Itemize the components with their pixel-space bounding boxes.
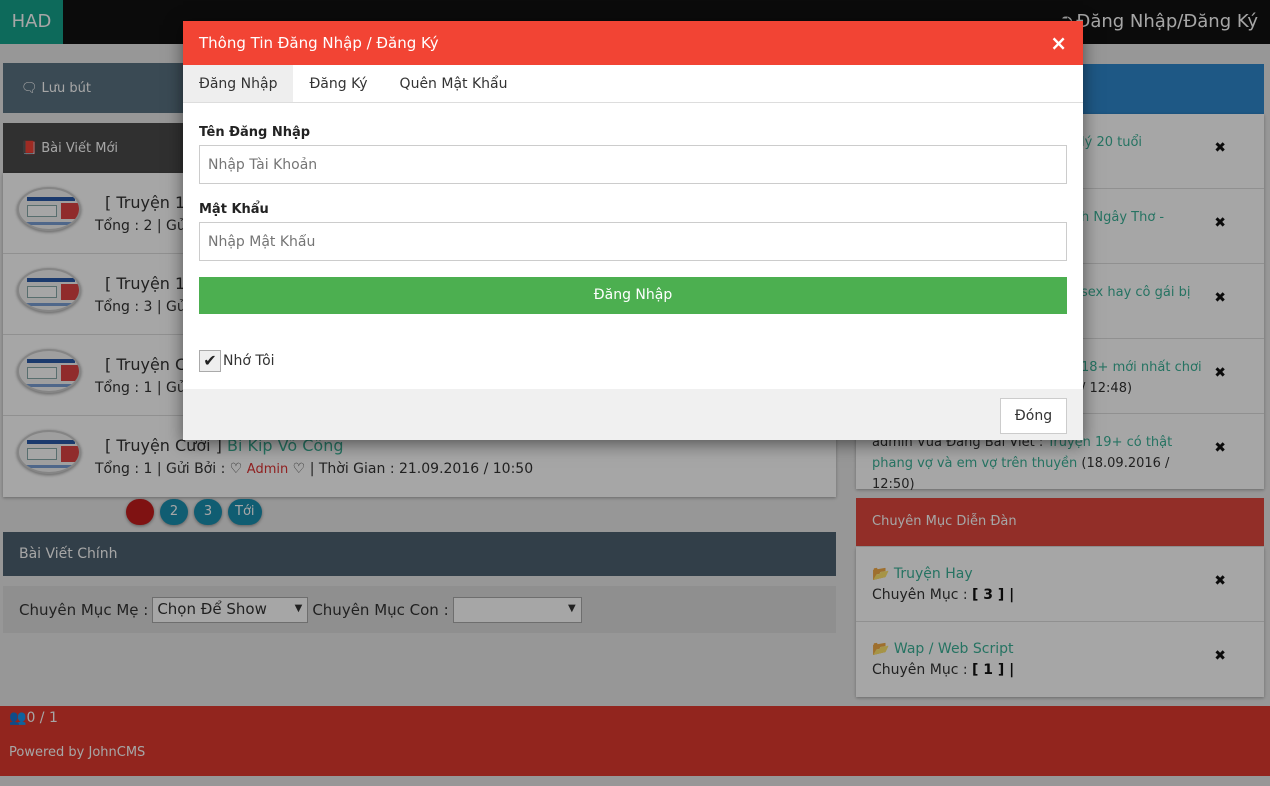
password-label: Mật Khẩu [199, 202, 269, 217]
username-input[interactable] [199, 145, 1067, 184]
modal-title: Thông Tin Đăng Nhập / Đăng Ký [199, 34, 439, 52]
login-modal: Thông Tin Đăng Nhập / Đăng Ký × Đăng Nhậ… [183, 21, 1083, 440]
modal-footer: Đóng [183, 389, 1083, 440]
modal-header: Thông Tin Đăng Nhập / Đăng Ký × [183, 21, 1083, 65]
close-icon[interactable]: × [1050, 21, 1067, 65]
username-label: Tên Đăng Nhập [199, 125, 311, 140]
tab-forgot-password[interactable]: Quên Mật Khẩu [384, 65, 524, 102]
tab-login[interactable]: Đăng Nhập [183, 65, 294, 102]
remember-me: ✔ Nhớ Tôi [199, 350, 1067, 372]
login-form: Tên Đăng Nhập Mật Khẩu Đăng Nhập ✔ Nhớ T… [183, 125, 1083, 372]
remember-me-label: Nhớ Tôi [223, 353, 275, 369]
modal-tabs: Đăng Nhập Đăng Ký Quên Mật Khẩu [183, 65, 1083, 103]
remember-me-checkbox[interactable]: ✔ [199, 350, 221, 372]
tab-register[interactable]: Đăng Ký [293, 65, 383, 102]
login-submit-button[interactable]: Đăng Nhập [199, 277, 1067, 314]
close-button[interactable]: Đóng [1000, 398, 1067, 434]
password-input[interactable] [199, 222, 1067, 261]
